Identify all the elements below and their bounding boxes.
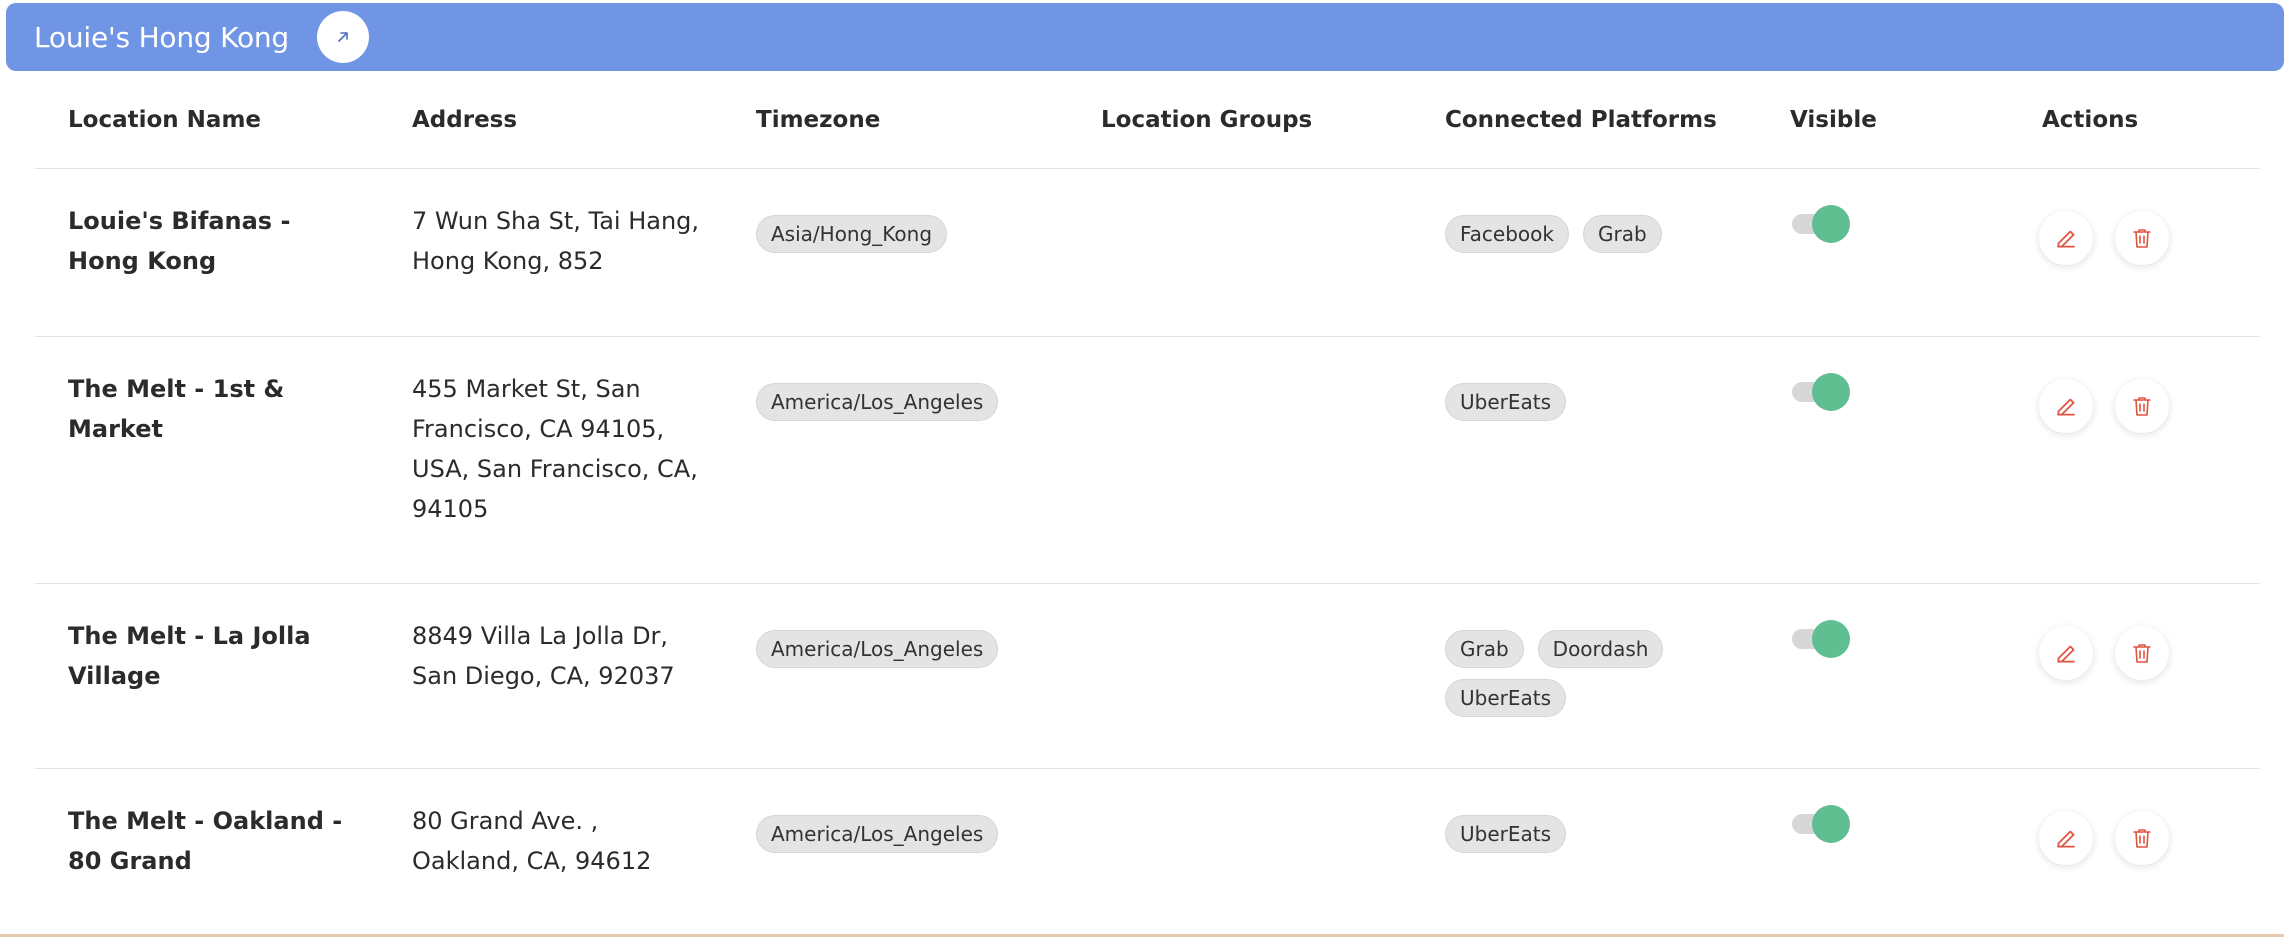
platform-chip: Facebook <box>1445 215 1569 253</box>
visible-toggle[interactable] <box>1790 205 1852 245</box>
toggle-knob <box>1812 805 1850 843</box>
delete-button[interactable] <box>2115 379 2169 433</box>
location-address: 7 Wun Sha St, Tai Hang, Hong Kong, 852 <box>412 207 700 275</box>
table-row: Louie's Bifanas - Hong Kong 7 Wun Sha St… <box>35 169 2260 337</box>
platform-chip: UberEats <box>1445 383 1567 421</box>
timezone-chip: America/Los_Angeles <box>756 630 999 668</box>
arrow-up-right-icon <box>338 32 348 42</box>
column-header-location-name: Location Name <box>68 107 262 133</box>
location-name[interactable]: The Melt - La Jolla Village <box>68 616 368 696</box>
table-row: The Melt - 1st & Market 455 Market St, S… <box>35 337 2260 584</box>
column-header-visible: Visible <box>1790 107 1877 133</box>
edit-button[interactable] <box>2039 811 2093 865</box>
column-header-connected-platforms: Connected Platforms <box>1445 107 1717 133</box>
connected-platforms: UberEats <box>1445 815 1745 853</box>
connected-platforms: UberEats <box>1445 383 1745 421</box>
location-name[interactable]: Louie's Bifanas - Hong Kong <box>68 201 368 281</box>
platform-chip: Grab <box>1445 630 1524 668</box>
delete-button[interactable] <box>2115 811 2169 865</box>
location-address: 8849 Villa La Jolla Dr, San Diego, CA, 9… <box>412 622 675 690</box>
toggle-knob <box>1812 205 1850 243</box>
column-header-timezone: Timezone <box>756 107 881 133</box>
table-header: Location Name Address Timezone Location … <box>35 71 2260 169</box>
open-group-button[interactable] <box>317 11 369 63</box>
platform-chip: UberEats <box>1445 679 1567 717</box>
column-header-actions: Actions <box>2042 107 2139 133</box>
toggle-knob <box>1812 620 1850 658</box>
connected-platforms: Facebook Grab <box>1445 215 1745 253</box>
location-name[interactable]: The Melt - 1st & Market <box>68 369 368 449</box>
pencil-icon <box>2057 645 2075 663</box>
table-row: The Melt - La Jolla Village 8849 Villa L… <box>6 584 2260 769</box>
column-header-address: Address <box>412 107 518 133</box>
visible-toggle[interactable] <box>1790 373 1852 413</box>
platform-chip: Doordash <box>1537 630 1664 668</box>
toggle-knob <box>1812 373 1850 411</box>
locations-table: Location Name Address Timezone Location … <box>6 71 2260 875</box>
location-address: 80 Grand Ave. , Oakland, CA, 94612 <box>412 807 652 875</box>
edit-button[interactable] <box>2039 626 2093 680</box>
pencil-icon <box>2057 230 2075 248</box>
visible-toggle[interactable] <box>1790 805 1852 845</box>
group-title: Louie's Hong Kong <box>34 20 289 54</box>
trash-icon <box>2133 644 2151 663</box>
timezone-chip: America/Los_Angeles <box>756 383 999 421</box>
edit-button[interactable] <box>2039 379 2093 433</box>
table-row: The Melt - Oakland - 80 Grand 80 Grand A… <box>35 769 2260 935</box>
location-name[interactable]: The Melt - Oakland - 80 Grand <box>68 801 368 881</box>
delete-button[interactable] <box>2115 211 2169 265</box>
visible-toggle[interactable] <box>1790 620 1852 660</box>
trash-icon <box>2133 397 2151 416</box>
timezone-chip: Asia/Hong_Kong <box>756 215 948 253</box>
location-address: 455 Market St, San Francisco, CA 94105, … <box>412 375 698 523</box>
platform-chip: UberEats <box>1445 815 1567 853</box>
pencil-icon <box>2057 398 2075 416</box>
delete-button[interactable] <box>2115 626 2169 680</box>
trash-icon <box>2133 229 2151 248</box>
pencil-icon <box>2057 830 2075 848</box>
timezone-chip: America/Los_Angeles <box>756 815 999 853</box>
platform-chip: Grab <box>1582 215 1662 253</box>
location-group-header: Louie's Hong Kong <box>6 3 2284 71</box>
column-header-location-groups: Location Groups <box>1101 107 1313 133</box>
edit-button[interactable] <box>2039 211 2093 265</box>
trash-icon <box>2133 829 2151 848</box>
connected-platforms: Grab Doordash UberEats <box>1445 630 1705 717</box>
